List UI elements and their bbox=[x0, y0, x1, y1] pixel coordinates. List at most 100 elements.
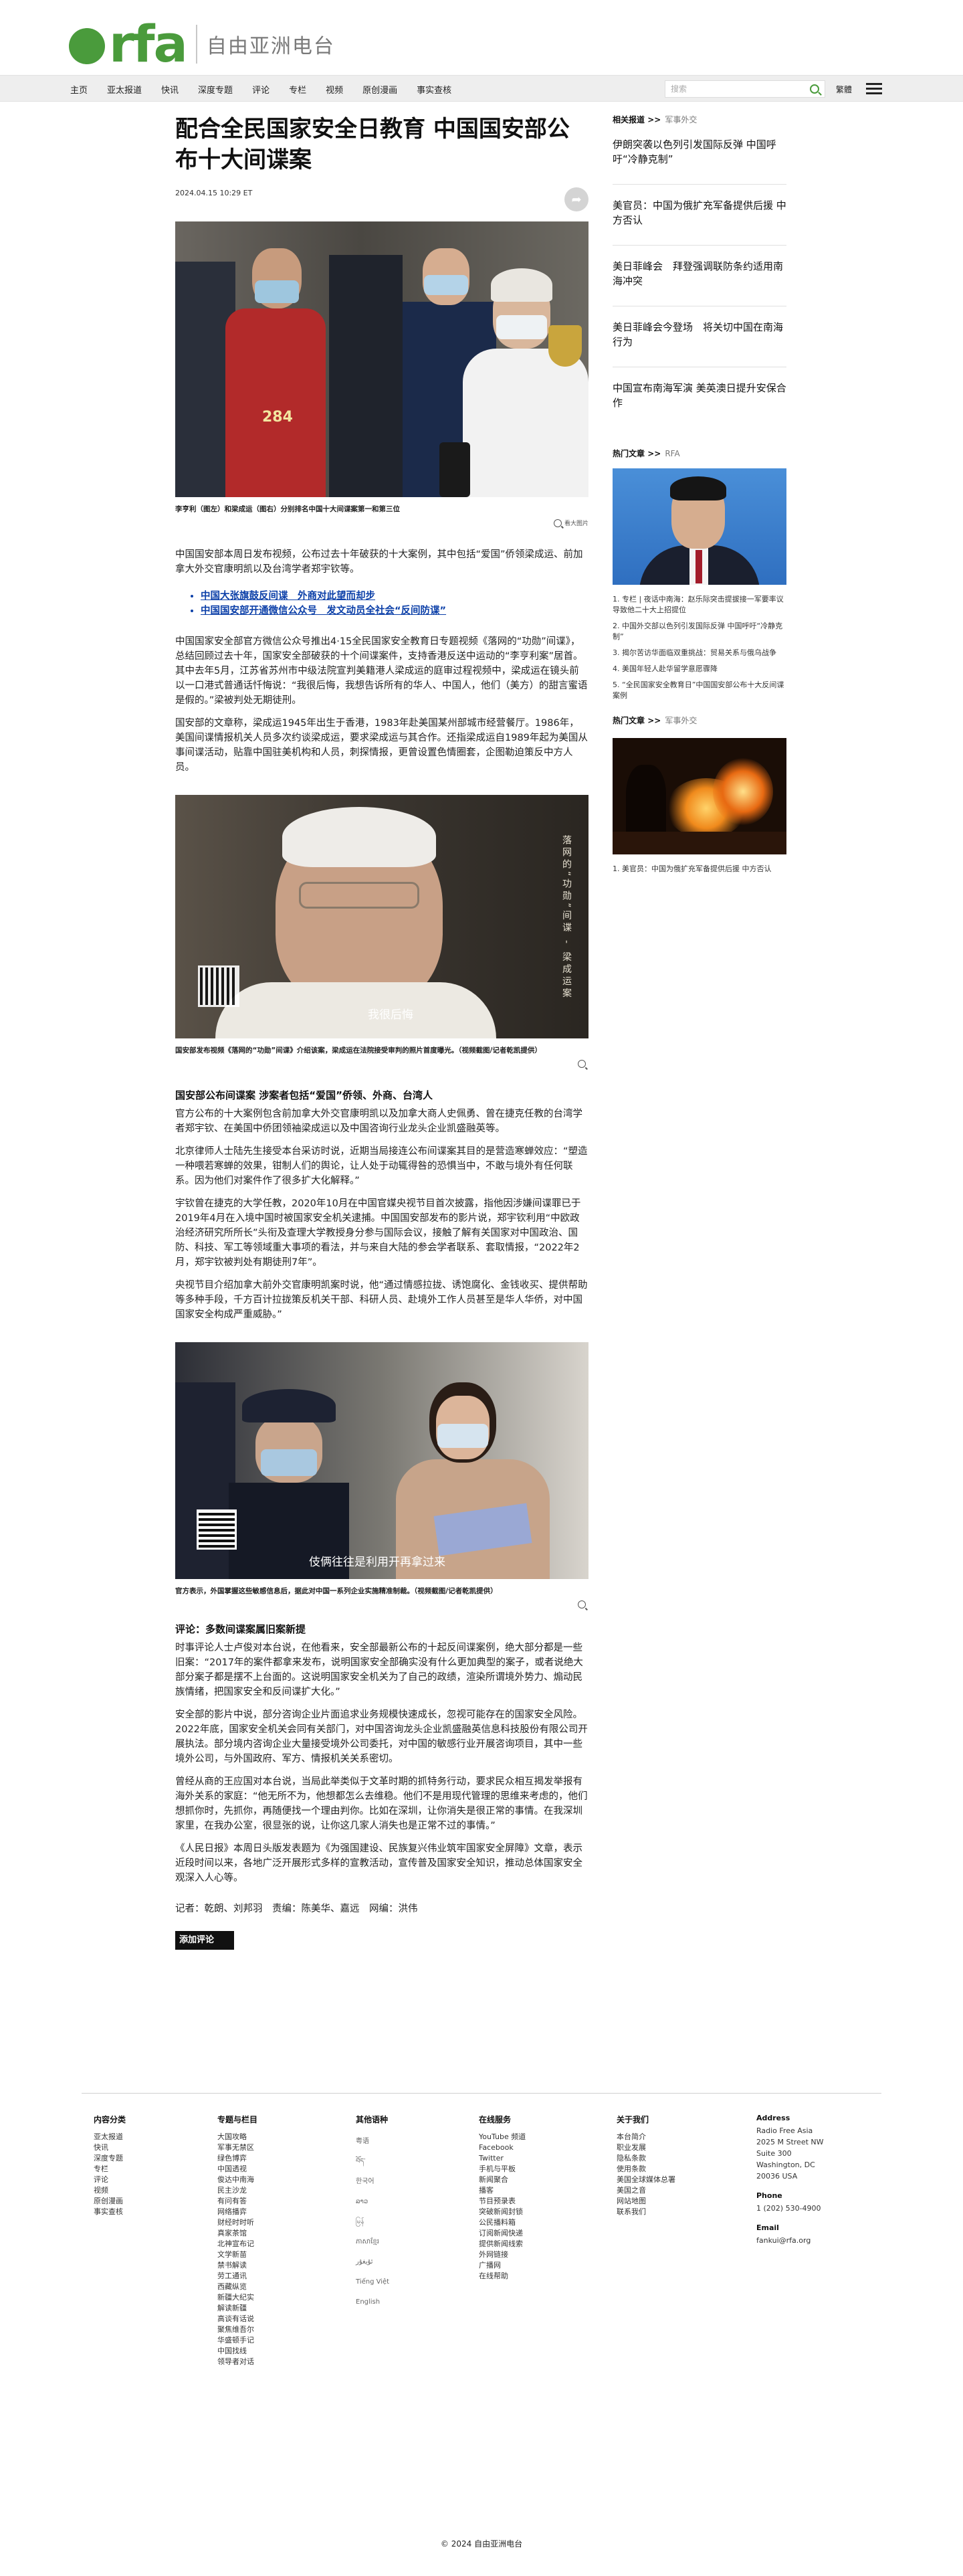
footer-link[interactable]: 视频 bbox=[94, 2185, 126, 2196]
nav-item-columns[interactable]: 专栏 bbox=[289, 83, 306, 96]
footer-link[interactable]: 订阅新闻快递 bbox=[479, 2228, 526, 2239]
popular-item[interactable]: 3. 揭尔苦访华面临双重挑战：贸易关系与俄乌战争 bbox=[613, 648, 786, 658]
footer-link[interactable]: 使用条款 bbox=[617, 2164, 675, 2175]
footer-link[interactable]: 突破新闻封锁 bbox=[479, 2207, 526, 2217]
footer-link[interactable]: 网站地图 bbox=[617, 2196, 675, 2207]
footer-link[interactable]: 民主沙龙 bbox=[217, 2185, 257, 2196]
footer-link[interactable]: Facebook bbox=[479, 2142, 526, 2153]
footer-link[interactable]: 节目预录表 bbox=[479, 2196, 526, 2207]
footer-language-link[interactable]: မြန် bbox=[356, 2212, 389, 2232]
footer-link[interactable]: 亚太报道 bbox=[94, 2132, 126, 2142]
footer-link[interactable]: 俊达中南海 bbox=[217, 2175, 257, 2185]
related-report-item[interactable]: 美日菲峰会 拜登强调联防条约适用南海冲突 bbox=[613, 255, 786, 306]
nav-item-fact-check[interactable]: 事实查核 bbox=[417, 83, 451, 96]
popular-military-tag[interactable]: 军事外交 bbox=[665, 716, 697, 725]
site-logo[interactable]: rfa 自由亚洲电台 bbox=[69, 19, 335, 70]
enlarge-link[interactable] bbox=[175, 1060, 588, 1068]
footer-link[interactable]: 领导者对话 bbox=[217, 2357, 257, 2367]
footer-link[interactable]: 提供新闻线索 bbox=[479, 2239, 526, 2249]
footer-link[interactable]: 解读新疆 bbox=[217, 2303, 257, 2314]
popular-item[interactable]: 1. 美官员：中国为俄扩充军备提供后援 中方否认 bbox=[613, 864, 786, 875]
footer-language-link[interactable]: 粤语 bbox=[356, 2132, 389, 2152]
nav-item-news-flash[interactable]: 快讯 bbox=[161, 83, 179, 96]
add-comment-button[interactable]: 添加评论 bbox=[175, 1931, 235, 1950]
related-report-item[interactable]: 美官员：中国为俄扩充军备提供后援 中方否认 bbox=[613, 194, 786, 246]
footer-link[interactable]: 劳工通讯 bbox=[217, 2271, 257, 2282]
footer-link[interactable]: 隐私条款 bbox=[617, 2153, 675, 2164]
footer-link[interactable]: 手机与平板 bbox=[479, 2164, 526, 2175]
footer-link[interactable]: 禁书解读 bbox=[217, 2260, 257, 2271]
footer-link[interactable]: 高谈有话说 bbox=[217, 2314, 257, 2324]
article-photo-officers[interactable]: 伎俩往往是利用开再拿过来 bbox=[175, 1342, 588, 1579]
footer-link[interactable]: 华盛顿手记 bbox=[217, 2335, 257, 2346]
footer-link[interactable]: Twitter bbox=[479, 2153, 526, 2164]
footer-link[interactable]: 真家茶馆 bbox=[217, 2228, 257, 2239]
nav-item-asia-pacific[interactable]: 亚太报道 bbox=[107, 83, 142, 96]
footer-link[interactable]: 绿色博弈 bbox=[217, 2153, 257, 2164]
phone-number[interactable]: 1 (202) 530-4900 bbox=[756, 2203, 824, 2214]
footer-link[interactable]: 职业发展 bbox=[617, 2142, 675, 2153]
footer-link[interactable]: 事实查核 bbox=[94, 2207, 126, 2217]
related-report-item[interactable]: 中国宣布南海军演 美英澳日提升安保合作 bbox=[613, 377, 786, 428]
footer-link[interactable]: 在线帮助 bbox=[479, 2271, 526, 2282]
enlarge-link[interactable] bbox=[175, 1600, 588, 1608]
related-report-item[interactable]: 伊朗突袭以色列引发国际反弹 中国呼吁“冷静克制” bbox=[613, 133, 786, 185]
article-photo-defendants[interactable]: 284 bbox=[175, 221, 588, 497]
footer-language-link[interactable]: ລາວ bbox=[356, 2192, 389, 2212]
footer-link[interactable]: 播客 bbox=[479, 2185, 526, 2196]
footer-link[interactable]: 本台简介 bbox=[617, 2132, 675, 2142]
footer-link[interactable]: 快讯 bbox=[94, 2142, 126, 2153]
footer-link[interactable]: 中国找线 bbox=[217, 2346, 257, 2357]
popular-item[interactable]: 4. 美国年轻人赴华留学意愿骤降 bbox=[613, 664, 786, 674]
footer-language-link[interactable]: English bbox=[356, 2292, 389, 2312]
traditional-chinese-toggle[interactable]: 繁體 bbox=[836, 84, 852, 95]
popular-military-photo[interactable] bbox=[613, 738, 786, 854]
related-report-item[interactable]: 美日菲峰会今登场 将关切中国在南海行为 bbox=[613, 316, 786, 367]
footer-link[interactable]: 有问有答 bbox=[217, 2196, 257, 2207]
nav-item-cartoons[interactable]: 原创漫画 bbox=[362, 83, 397, 96]
hamburger-menu-icon[interactable] bbox=[866, 83, 882, 95]
article-photo-video-still[interactable]: 落网的“功勋”间谍 - 梁成运案 我很后悔 bbox=[175, 795, 588, 1038]
nav-item-video[interactable]: 视频 bbox=[326, 83, 343, 96]
footer-language-link[interactable]: བོད་ bbox=[356, 2152, 389, 2172]
footer-link[interactable]: 新闻聚合 bbox=[479, 2175, 526, 2185]
footer-link[interactable]: 新疆大纪实 bbox=[217, 2292, 257, 2303]
footer-link[interactable]: 广播网 bbox=[479, 2260, 526, 2271]
popular-item[interactable]: 2. 中国外交部以色列引发国际反弹 中国呼吁“冷静克制” bbox=[613, 621, 786, 642]
footer-language-link[interactable]: ئۇيغۇر bbox=[356, 2252, 389, 2272]
footer-link[interactable]: 大国攻略 bbox=[217, 2132, 257, 2142]
related-link[interactable]: 中国大张旗鼓反间谍 外商对此望而却步 bbox=[201, 589, 588, 604]
footer-link[interactable]: 文学新苗 bbox=[217, 2249, 257, 2260]
footer-link[interactable]: 中国透视 bbox=[217, 2164, 257, 2175]
nav-item-home[interactable]: 主页 bbox=[70, 83, 88, 96]
search-icon[interactable] bbox=[810, 84, 819, 94]
popular-article-photo[interactable] bbox=[613, 468, 786, 585]
footer-link[interactable]: 深度专题 bbox=[94, 2153, 126, 2164]
footer-link[interactable]: 美国之音 bbox=[617, 2185, 675, 2196]
popular-item[interactable]: 1. 专栏 | 夜话中南海：赵乐际突击提拔接一军要率议导致他二十大上招提位 bbox=[613, 594, 786, 616]
footer-language-link[interactable]: Tiếng Việt bbox=[356, 2272, 389, 2292]
footer-link[interactable]: 公民播料箱 bbox=[479, 2217, 526, 2228]
nav-item-in-depth[interactable]: 深度专题 bbox=[198, 83, 233, 96]
popular-item[interactable]: 5. “全民国家安全教育日”中国国安部公布十大反间谍案例 bbox=[613, 680, 786, 701]
related-tag[interactable]: 军事外交 bbox=[665, 115, 697, 124]
related-link[interactable]: 中国国安部开通微信公众号 发文动员全社会“反间防谍” bbox=[201, 604, 588, 618]
footer-link[interactable]: 美国全球媒体总署 bbox=[617, 2175, 675, 2185]
footer-link[interactable]: 联系我们 bbox=[617, 2207, 675, 2217]
nav-item-commentary[interactable]: 评论 bbox=[252, 83, 270, 96]
footer-link[interactable]: 聚焦维吾尔 bbox=[217, 2324, 257, 2335]
footer-language-link[interactable]: 한국어 bbox=[356, 2172, 389, 2192]
footer-link[interactable]: YouTube 频道 bbox=[479, 2132, 526, 2142]
email-address[interactable]: fankui@rfa.org bbox=[756, 2235, 824, 2246]
enlarge-link[interactable]: 看大图片 bbox=[175, 519, 588, 527]
footer-link[interactable]: 原创漫画 bbox=[94, 2196, 126, 2207]
footer-link[interactable]: 网络播弈 bbox=[217, 2207, 257, 2217]
footer-link[interactable]: 评论 bbox=[94, 2175, 126, 2185]
footer-link[interactable]: 西藏纵览 bbox=[217, 2282, 257, 2292]
footer-link[interactable]: 外网链接 bbox=[479, 2249, 526, 2260]
footer-link[interactable]: 财经时时听 bbox=[217, 2217, 257, 2228]
footer-language-link[interactable]: ភាសាខ្មែរ bbox=[356, 2232, 389, 2252]
share-icon[interactable]: ➦ bbox=[564, 187, 588, 211]
footer-link[interactable]: 军事无禁区 bbox=[217, 2142, 257, 2153]
footer-link[interactable]: 专栏 bbox=[94, 2164, 126, 2175]
